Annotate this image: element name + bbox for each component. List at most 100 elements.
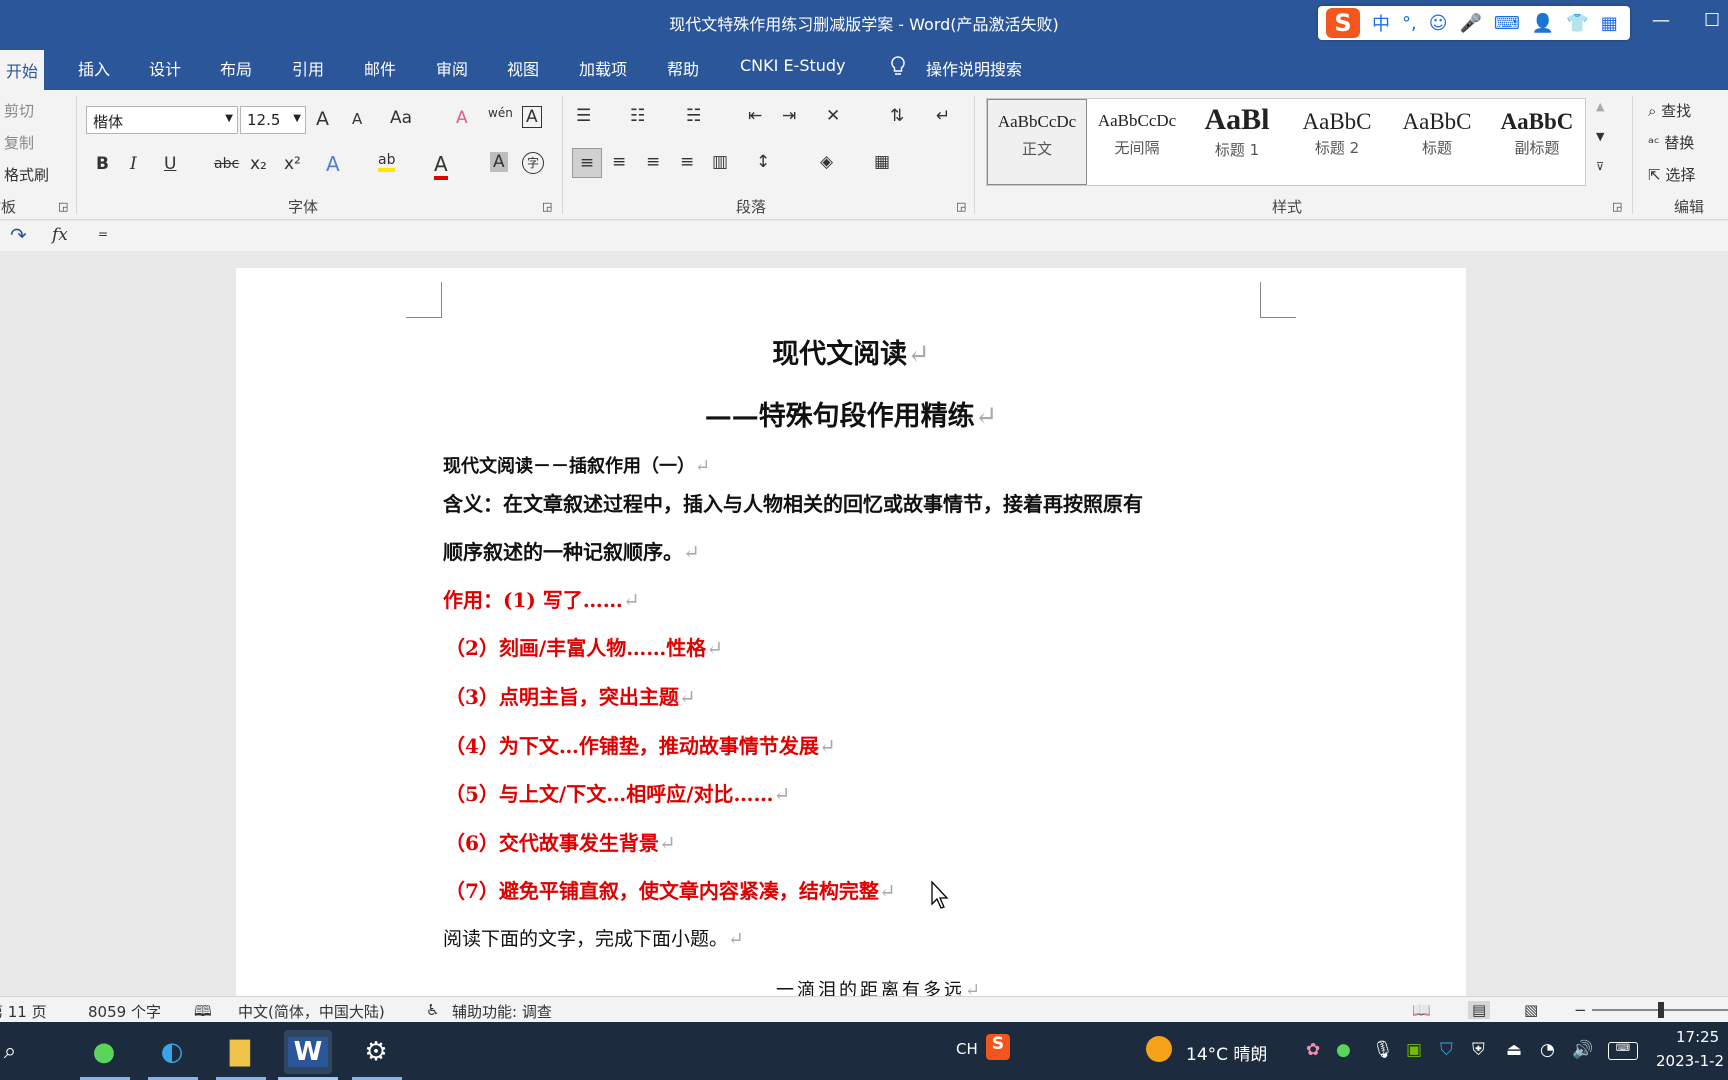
wechat-icon[interactable]: ● <box>80 1030 128 1074</box>
page-count[interactable]: 第 11 页 <box>0 1001 47 1022</box>
underline-button[interactable]: U <box>164 154 176 174</box>
lightbulb-icon[interactable] <box>890 56 906 80</box>
tab-design[interactable]: 设计 <box>149 56 181 80</box>
sogou-tray-icon[interactable]: S <box>986 1034 1010 1060</box>
emoji-icon[interactable]: ☺ <box>1429 13 1448 34</box>
wechat-tray-icon[interactable]: ● <box>1336 1040 1351 1060</box>
select-button[interactable]: ⇱ 选择 <box>1648 164 1695 185</box>
font-name-dropdown[interactable]: 楷体 ▼ <box>86 106 238 134</box>
style-normal[interactable]: AaBbCcDc 正文 <box>987 99 1087 185</box>
multilevel-list-icon[interactable]: ☵ <box>686 106 701 126</box>
file-explorer-icon[interactable]: ▇ <box>216 1030 264 1074</box>
document-page[interactable]: 现代文阅读↵ ——特殊句段作用精练↵ 现代文阅读－－插叙作用（一）↵ 含义：在文… <box>236 268 1466 996</box>
ime-toolbar[interactable]: S 中 °, ☺ 🎤 ⌨ 👤 👕 ▦ <box>1318 6 1630 40</box>
shading-icon[interactable]: ◈ <box>820 152 833 172</box>
microphone-tray-icon[interactable]: 🎙 <box>1372 1040 1394 1060</box>
paragraph-launcher-icon[interactable]: ◲ <box>956 200 966 213</box>
enclose-characters-icon[interactable]: 字 <box>522 152 544 174</box>
style-title[interactable]: AaBbC 标题 <box>1387 99 1487 185</box>
style-heading-1[interactable]: AaBl 标题 1 <box>1187 99 1287 185</box>
chinese-layout-icon[interactable]: ✕ <box>826 106 840 126</box>
settings-icon[interactable]: ⚙ <box>352 1030 400 1074</box>
distributed-button[interactable]: ▥ <box>712 152 728 172</box>
tab-layout[interactable]: 布局 <box>220 56 252 80</box>
tab-mailings[interactable]: 邮件 <box>364 56 396 80</box>
tab-cnki[interactable]: CNKI E-Study <box>740 56 846 75</box>
copy-button[interactable]: 复制 <box>4 132 34 153</box>
edge-icon[interactable]: ◐ <box>148 1030 196 1074</box>
font-launcher-icon[interactable]: ◲ <box>542 200 552 213</box>
replace-button[interactable]: ᵃᶜ 替换 <box>1648 132 1694 153</box>
tab-view[interactable]: 视图 <box>507 56 539 80</box>
accessibility-status[interactable]: 辅助功能: 调查 <box>452 1001 552 1022</box>
web-layout-icon[interactable]: ▧ <box>1524 1001 1538 1019</box>
clock-date[interactable]: 2023-1-2 <box>1656 1052 1724 1070</box>
grow-font-icon[interactable]: A <box>316 108 329 130</box>
punctuation-icon[interactable]: °, <box>1402 13 1417 34</box>
minimize-button[interactable]: — <box>1652 10 1670 31</box>
change-case-icon[interactable]: Aa <box>390 108 412 128</box>
search-icon[interactable]: ⌕ <box>0 1030 34 1074</box>
read-mode-icon[interactable]: 📖 <box>1412 1001 1431 1019</box>
tab-review[interactable]: 审阅 <box>436 56 468 80</box>
highlight-icon[interactable]: ab <box>378 152 396 172</box>
tell-me-search[interactable]: 操作说明搜索 <box>926 56 1022 80</box>
skin-icon[interactable]: 👕 <box>1566 13 1588 34</box>
style-heading-2[interactable]: AaBbC 标题 2 <box>1287 99 1387 185</box>
format-painter-button[interactable]: 格式刷 <box>4 164 49 185</box>
language-status[interactable]: 中文(简体，中国大陆) <box>238 1001 385 1022</box>
align-center-button[interactable]: ≡ <box>612 152 626 172</box>
ime-mode-toggle[interactable]: 中 <box>1372 10 1390 36</box>
character-border-icon[interactable]: A <box>522 106 542 128</box>
bullets-icon[interactable]: ☰ <box>576 106 591 126</box>
apps-grid-icon[interactable]: ▦ <box>1601 13 1618 34</box>
tab-home[interactable]: 开始 <box>0 50 45 90</box>
tab-addins[interactable]: 加载项 <box>579 56 627 80</box>
clock-time[interactable]: 17:25 <box>1676 1028 1719 1046</box>
shrink-font-icon[interactable]: A <box>352 110 362 128</box>
volume-icon[interactable]: 🔊 <box>1572 1040 1593 1060</box>
sort-icon[interactable]: ⇅ <box>890 106 904 126</box>
tab-references[interactable]: 引用 <box>292 56 324 80</box>
character-shading-icon[interactable]: A <box>490 152 508 172</box>
gallery-down-icon[interactable]: ▼ <box>1596 130 1604 143</box>
sogou-logo-icon[interactable]: S <box>1326 8 1360 38</box>
zoom-slider-thumb[interactable] <box>1658 1002 1664 1018</box>
weather-text[interactable]: 14°C 晴朗 <box>1186 1040 1267 1065</box>
strikethrough-button[interactable]: abc <box>214 156 239 172</box>
usb-icon[interactable]: ⏏ <box>1506 1040 1522 1060</box>
cut-button[interactable]: 剪切 <box>4 100 34 121</box>
phonetic-guide-icon[interactable]: wén <box>488 106 513 120</box>
keyboard-tray-icon[interactable]: ⌨ <box>1608 1042 1638 1060</box>
decrease-indent-icon[interactable]: ⇤ <box>748 106 762 126</box>
microphone-icon[interactable]: 🎤 <box>1460 13 1482 34</box>
accessibility-icon[interactable]: ♿ <box>426 1001 439 1019</box>
borders-icon[interactable]: ▦ <box>874 152 890 172</box>
increase-indent-icon[interactable]: ⇥ <box>782 106 796 126</box>
defender-icon[interactable]: ⛉ <box>1440 1040 1453 1060</box>
redo-icon[interactable]: ↷ <box>10 223 27 247</box>
align-left-button[interactable]: ≡ <box>572 148 602 178</box>
equation-icon[interactable]: fx <box>52 225 68 245</box>
subscript-button[interactable]: x₂ <box>250 154 267 174</box>
style-subtitle[interactable]: AaBbC 副标题 <box>1487 99 1587 185</box>
gallery-more-icon[interactable]: ⊽ <box>1596 160 1604 173</box>
find-button[interactable]: ⌕ 查找 <box>1648 100 1691 121</box>
show-marks-icon[interactable]: ↵ <box>936 106 950 126</box>
font-size-dropdown[interactable]: 12.5 ▼ <box>240 106 306 134</box>
superscript-button[interactable]: x² <box>284 154 301 174</box>
weather-sun-icon[interactable] <box>1146 1036 1172 1062</box>
text-effects-icon[interactable]: A <box>326 152 340 176</box>
zoom-out-icon[interactable]: − <box>1574 1001 1587 1019</box>
numbering-icon[interactable]: ☷ <box>630 106 645 126</box>
word-count[interactable]: 8059 个字 <box>88 1001 161 1022</box>
tab-help[interactable]: 帮助 <box>667 56 699 80</box>
style-no-spacing[interactable]: AaBbCcDc 无间隔 <box>1087 99 1187 185</box>
clipboard-launcher-icon[interactable]: ◲ <box>58 200 68 213</box>
align-right-button[interactable]: ≡ <box>646 152 660 172</box>
gallery-up-icon[interactable]: ▲ <box>1596 100 1604 113</box>
justify-button[interactable]: ≡ <box>680 152 694 172</box>
print-layout-icon[interactable]: ▤ <box>1468 1001 1491 1019</box>
clear-formatting-icon[interactable]: A <box>456 108 468 128</box>
italic-button[interactable]: I <box>130 154 137 174</box>
